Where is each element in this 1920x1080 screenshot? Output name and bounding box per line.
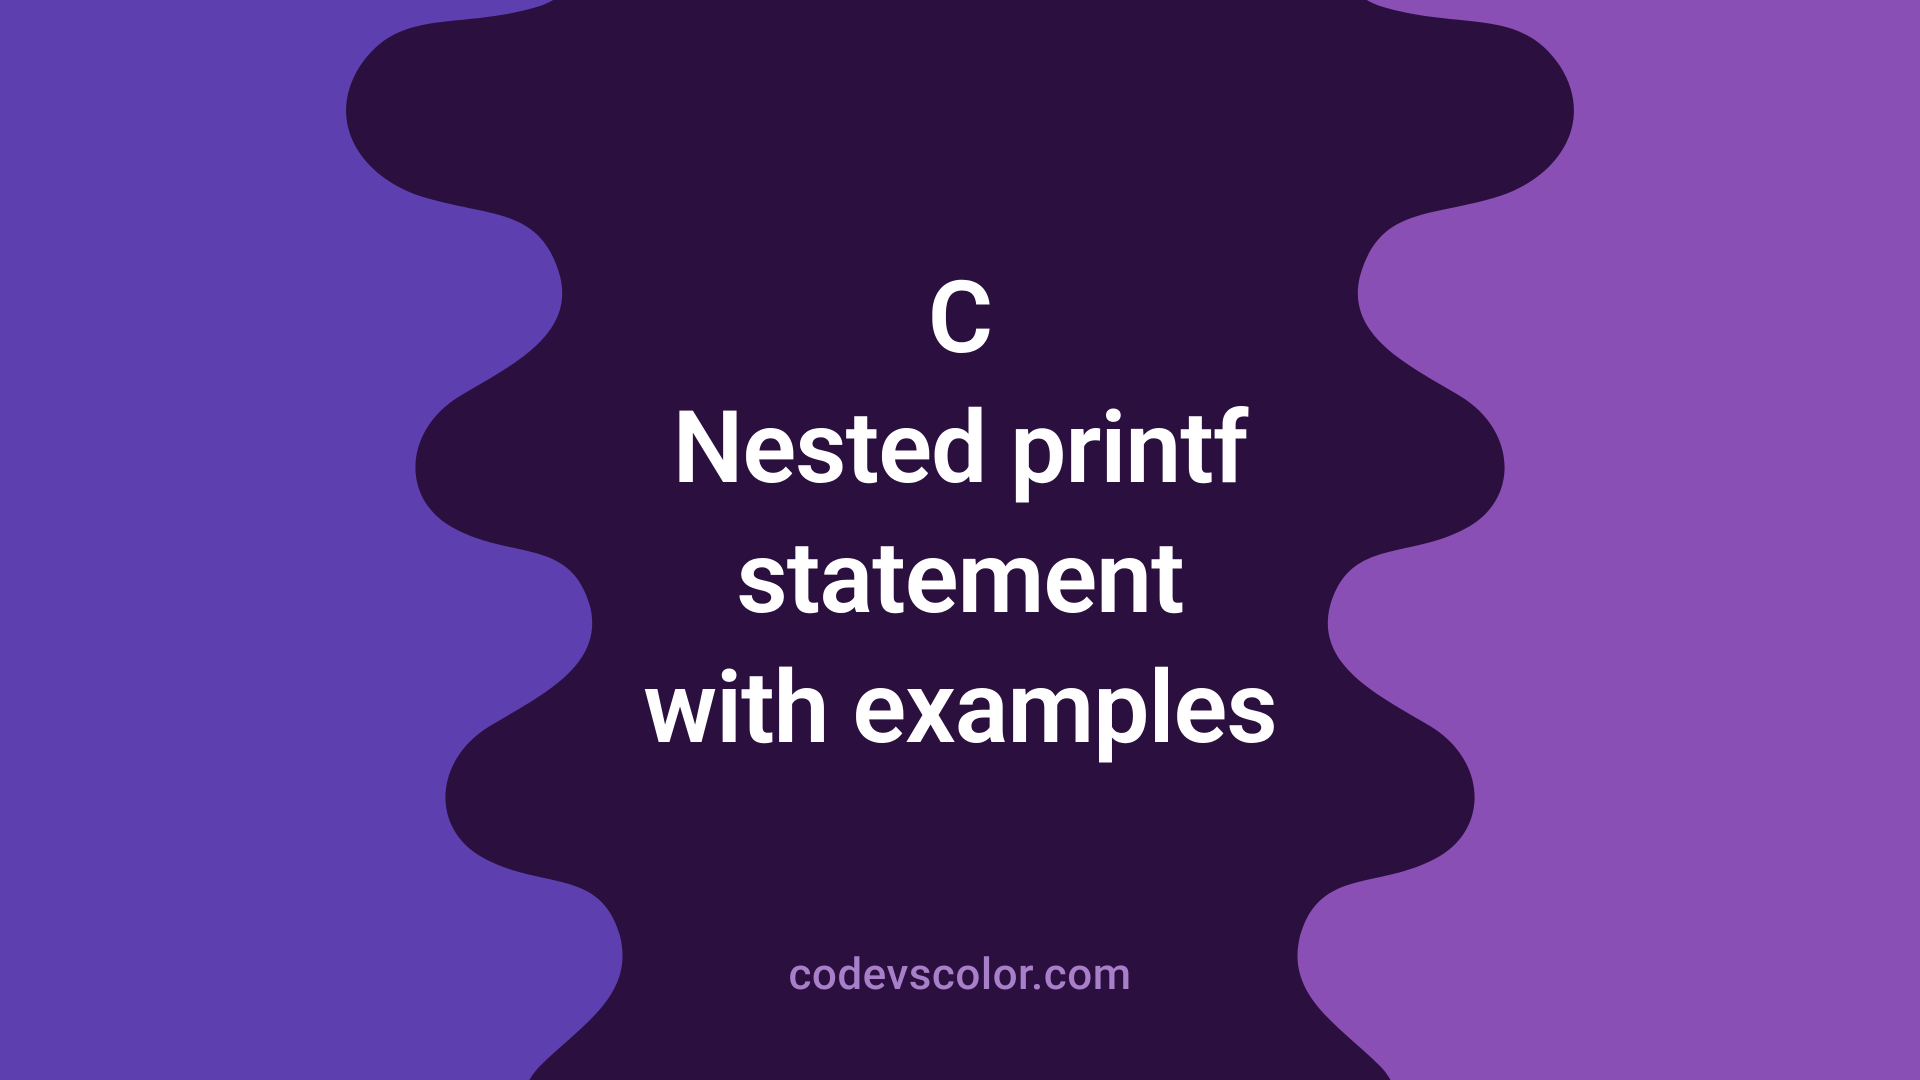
title-block: C Nested printf statement with examples [0, 254, 1920, 774]
title-line-3: statement [0, 514, 1920, 644]
site-credit: codevscolor.com [788, 948, 1131, 1000]
title-line-1: C [0, 254, 1920, 384]
title-line-2: Nested printf [0, 384, 1920, 514]
title-line-4: with examples [0, 644, 1920, 774]
